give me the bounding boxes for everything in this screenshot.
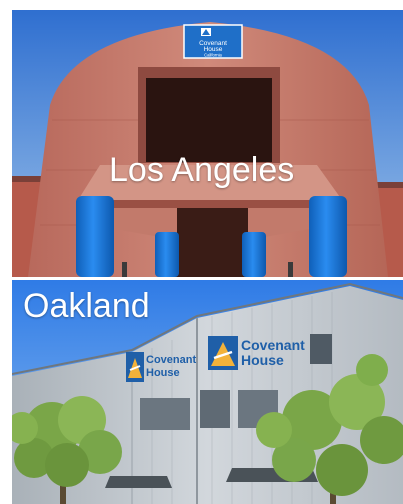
sign-line-california: California [204,53,222,58]
sign-line-house: House [146,367,180,379]
blue-column [76,196,114,277]
covenant-house-logo-icon [201,28,211,36]
blue-column [309,196,347,277]
sign-line-covenant: Covenant [241,337,305,353]
los-angeles-building-image: Covenant House California [12,10,403,277]
blue-column [242,232,266,277]
caption-los-angeles: Los Angeles [109,151,295,189]
covenant-house-california-sign: Covenant House California [183,24,243,59]
covenant-house-logo-icon [126,352,144,382]
caption-oakland: Oakland [23,287,150,325]
blue-column [155,232,179,277]
oakland-photo: Covenant House Covenant House Oakland [12,280,403,504]
sign-line-covenant: Covenant [146,354,196,366]
covenant-house-logo-icon [208,336,238,370]
los-angeles-photo: Covenant House California Los Angeles [12,10,403,277]
sign-line-house: House [241,352,284,368]
